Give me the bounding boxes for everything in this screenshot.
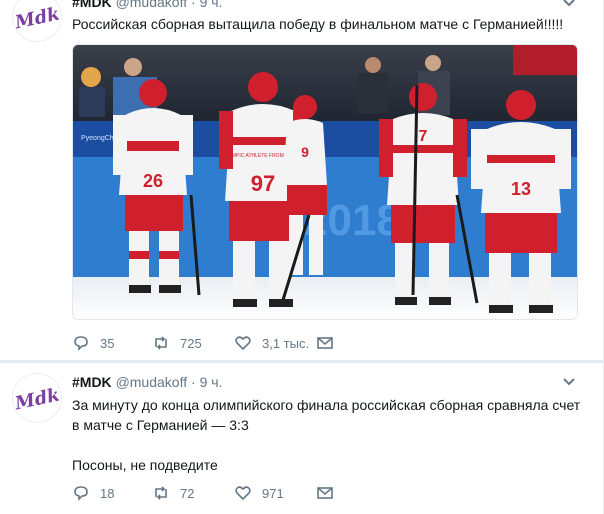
author-name[interactable]: #MDK (72, 0, 112, 10)
direct-message-button[interactable] (316, 333, 346, 353)
timestamp[interactable]: 9 ч. (200, 0, 223, 10)
like-button[interactable]: 3,1 тыс. (234, 333, 316, 353)
tweet-text-blank-line (72, 435, 582, 455)
tweet-text: Российская сборная вытащила победу в фин… (72, 14, 582, 34)
heart-icon (235, 336, 251, 351)
tweet-text-line: За минуту до конца олимпийского финала р… (72, 397, 581, 413)
reply-button[interactable]: 18 (72, 483, 152, 503)
svg-text:Mdk: Mdk (15, 385, 59, 413)
tweet-text-line: Посоны, не подведите (72, 457, 218, 473)
heart-icon (235, 486, 251, 501)
tweet-2[interactable]: Mdk #MDK @mudakoff · 9 ч. За минуту до к… (0, 363, 604, 514)
retweet-count: 72 (180, 485, 195, 501)
author-handle[interactable]: @mudakoff (116, 0, 188, 10)
mdk-logo-icon: Mdk (15, 385, 59, 413)
like-button[interactable]: 971 (234, 483, 316, 503)
tweet-header: #MDK @mudakoff · 9 ч. (72, 0, 222, 10)
like-count: 971 (262, 485, 284, 501)
chevron-down-icon[interactable] (562, 0, 576, 8)
author-name[interactable]: #MDK (72, 374, 112, 390)
svg-text:Mdk: Mdk (15, 4, 59, 32)
retweet-button[interactable]: 725 (152, 333, 234, 353)
tweet-text: За минуту до конца олимпийского финала р… (72, 395, 582, 475)
tweet-media-photo[interactable]: PyeongChang 2018 2018 26 OLYMPIC ATHLETE… (72, 44, 578, 320)
separator-dot: · (191, 0, 196, 10)
envelope-icon (317, 487, 333, 499)
retweet-icon (155, 336, 167, 350)
retweet-count: 725 (180, 335, 202, 351)
jersey-number: 26 (143, 171, 163, 191)
envelope-icon (317, 337, 333, 349)
jersey-number: 13 (511, 179, 531, 199)
mdk-logo-icon: Mdk (15, 4, 59, 32)
author-handle[interactable]: @mudakoff (116, 374, 188, 390)
tweet-actions: 35 725 3,1 тыс. (72, 333, 346, 353)
reply-button[interactable]: 35 (72, 333, 152, 353)
tweet-text-line: в матче с Германией — 3:3 (72, 417, 249, 433)
tweet-header: #MDK @mudakoff · 9 ч. (72, 374, 222, 390)
separator-dot: · (191, 374, 196, 390)
avatar[interactable]: Mdk (12, 373, 62, 423)
timestamp[interactable]: 9 ч. (200, 374, 223, 390)
retweet-button[interactable]: 72 (152, 483, 234, 503)
jersey-number: 9 (301, 144, 309, 160)
direct-message-button[interactable] (316, 483, 346, 503)
reply-count: 35 (100, 335, 115, 351)
jersey-number: 7 (419, 128, 428, 145)
chevron-down-icon[interactable] (562, 377, 576, 387)
tweet-text-line: Российская сборная вытащила победу в фин… (72, 16, 564, 32)
reply-count: 18 (100, 485, 115, 501)
tweet-1[interactable]: Mdk #MDK @mudakoff · 9 ч. Российская сбо… (0, 0, 604, 362)
reply-icon (74, 336, 88, 351)
retweet-icon (155, 486, 167, 500)
avatar[interactable]: Mdk (12, 0, 62, 42)
hockey-team-photo-icon: PyeongChang 2018 2018 26 OLYMPIC ATHLETE… (73, 45, 577, 319)
like-count: 3,1 тыс. (262, 335, 310, 351)
reply-icon (74, 486, 88, 501)
tweet-actions: 18 72 971 (72, 483, 346, 503)
jersey-number: 97 (251, 171, 275, 196)
